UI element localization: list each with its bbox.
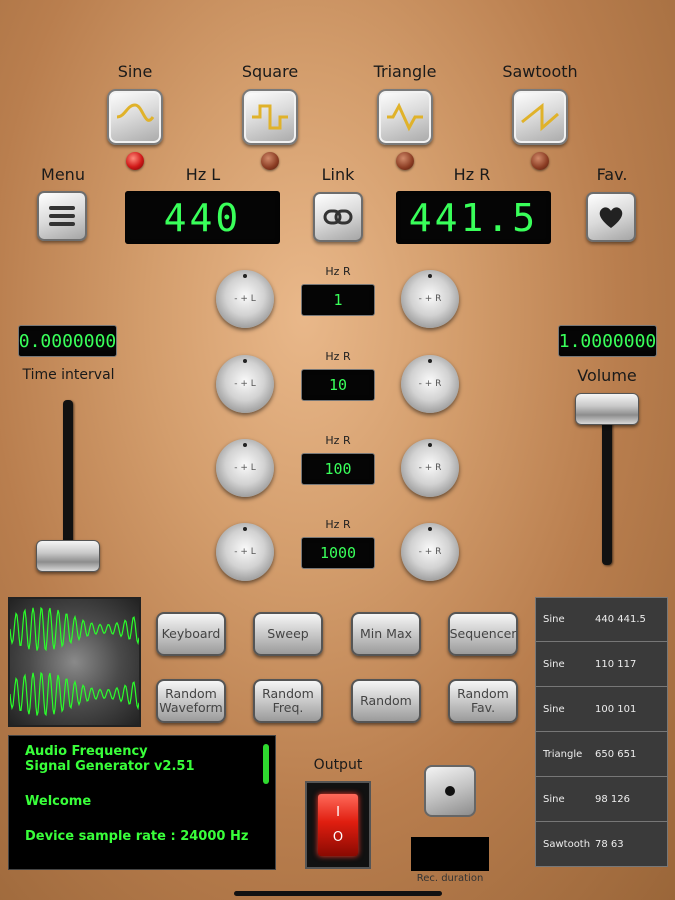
min-max-button[interactable]: Min Max [351,612,421,656]
message-line-4: Device sample rate : 24000 Hz [25,829,249,844]
step-display-1000: 1000 [301,537,375,569]
time-interval-label: Time interval [22,367,115,383]
knob-right-1000[interactable]: - + R [401,523,459,581]
menu-icon [49,206,75,226]
fav-frequencies: 98 126 [595,793,630,805]
fav-waveform: Sawtooth [543,838,591,850]
message-line-2: Signal Generator v2.51 [25,759,195,774]
waveform-label-sine: Sine [117,62,153,81]
volume-display: 1.0000000 [558,325,657,357]
fav-label: Fav. [596,165,628,184]
message-line-1: Audio Frequency [25,744,148,759]
output-power-switch[interactable]: I O [318,794,358,856]
list-item[interactable]: Sine 100 101 [535,687,668,732]
step-display-1: 1 [301,284,375,316]
menu-button[interactable] [37,191,87,241]
output-label: Output [313,757,363,773]
waveform-trace [9,606,140,717]
link-label: Link [321,165,355,184]
knob-left-1[interactable]: - + L [216,270,274,328]
waveform-label-square: Square [241,62,299,81]
fav-frequencies: 78 63 [595,838,624,850]
sawtooth-wave-icon [521,102,559,132]
fav-button[interactable] [586,192,636,242]
hz-left-display[interactable]: 440 [125,191,280,244]
hz-right-label: Hz R [453,165,491,184]
volume-slider[interactable] [575,393,639,425]
rec-duration-label: Rec. duration [416,873,484,884]
hz-left-label: Hz L [185,165,221,184]
volume-label: Volume [577,366,637,385]
menu-label: Menu [41,165,85,184]
keyboard-button[interactable]: Keyboard [156,612,226,656]
heart-icon [599,207,623,228]
sine-button[interactable] [107,89,163,145]
oscilloscope-display [8,597,141,727]
fav-frequencies: 110 117 [595,658,637,670]
sawtooth-button[interactable] [512,89,568,145]
link-icon [323,209,353,225]
random-waveform-button[interactable]: Random Waveform [156,679,226,723]
knob-right-10[interactable]: - + R [401,355,459,413]
list-item[interactable]: Sine 98 126 [535,777,668,822]
square-led [261,152,279,170]
time-interval-display: 0.0000000 [18,325,117,357]
step-label-1: Hz R [325,265,351,278]
fav-waveform: Triangle [543,748,583,760]
knob-left-10[interactable]: - + L [216,355,274,413]
triangle-led [396,152,414,170]
fav-frequencies: 100 101 [595,703,637,715]
list-item[interactable]: Triangle 650 651 [535,732,668,777]
waveform-label-triangle: Triangle [373,62,437,81]
sine-wave-icon [116,103,155,122]
random-fav-button[interactable]: Random Fav. [448,679,518,723]
output-switch-housing: I O [305,781,371,869]
time-interval-slider[interactable] [36,540,100,572]
step-label-1000: Hz R [325,518,351,531]
list-item[interactable]: Sawtooth 78 63 [535,822,668,867]
triangle-button[interactable] [377,89,433,145]
random-button[interactable]: Random [351,679,421,723]
message-console: Audio Frequency Signal Generator v2.51 W… [8,735,276,870]
triangle-wave-icon [387,102,423,132]
switch-on-symbol: I [336,805,340,820]
random-freq-button[interactable]: Random Freq. [253,679,323,723]
list-item[interactable]: Sine 440 441.5 [535,597,668,642]
waveform-label-sawtooth: Sawtooth [502,62,578,81]
step-label-100: Hz R [325,434,351,447]
fav-frequencies: 440 441.5 [595,614,646,625]
link-button[interactable] [313,192,363,242]
knob-right-100[interactable]: - + R [401,439,459,497]
time-interval-track[interactable] [63,400,73,553]
favorites-list[interactable]: Sine 440 441.5 Sine 110 117 Sine 100 101 Tr… [535,597,668,869]
rec-duration-display [411,837,489,871]
step-display-10: 10 [301,369,375,401]
square-wave-icon [252,104,288,130]
knob-right-1[interactable]: - + R [401,270,459,328]
sweep-button[interactable]: Sweep [253,612,323,656]
home-indicator[interactable] [234,891,442,896]
hz-right-display[interactable]: 441.5 [396,191,551,244]
fav-frequencies: 650 651 [595,748,637,760]
step-display-100: 100 [301,453,375,485]
message-line-3: Welcome [25,794,92,809]
record-button[interactable] [424,765,476,817]
sine-led [126,152,144,170]
knob-left-100[interactable]: - + L [216,439,274,497]
fav-waveform: Sine [543,793,565,805]
knob-left-1000[interactable]: - + L [216,523,274,581]
sequencer-button[interactable]: Sequencer [448,612,518,656]
list-item[interactable]: Sine 110 117 [535,642,668,687]
square-button[interactable] [242,89,298,145]
step-label-10: Hz R [325,350,351,363]
fav-waveform: Sine [543,614,565,625]
switch-off-symbol: O [332,830,344,845]
record-icon [445,786,455,796]
console-scrollbar[interactable] [263,744,269,784]
fav-waveform: Sine [543,658,565,670]
fav-waveform: Sine [543,703,565,715]
volume-track[interactable] [602,408,612,565]
sawtooth-led [531,152,549,170]
